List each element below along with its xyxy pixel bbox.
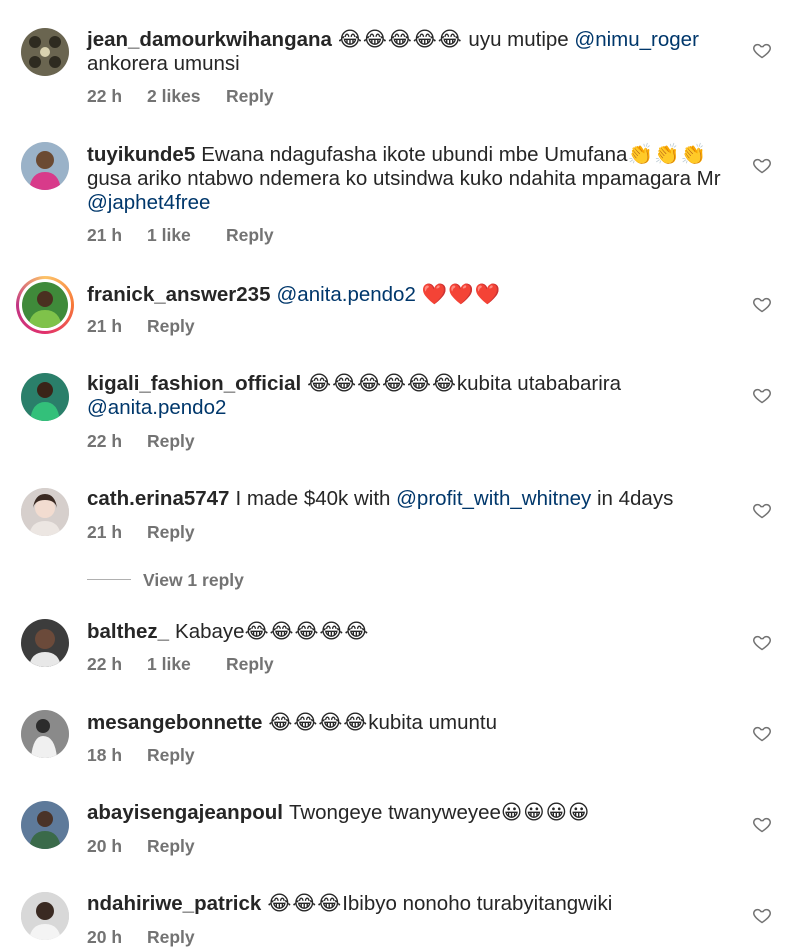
comment-text: kigali_fashion_official 😂😂😂😂😂😂kubita utab… bbox=[87, 372, 727, 420]
comment-body: Twongeye twanyweyee bbox=[288, 801, 501, 824]
comment-meta: 22 h 2 likes Reply bbox=[87, 86, 274, 107]
comment-username[interactable]: jean_damourkwihangana bbox=[87, 28, 332, 51]
view-replies-label[interactable]: View 1 reply bbox=[143, 570, 244, 591]
comment-username[interactable]: kigali_fashion_official bbox=[87, 372, 301, 395]
comment-text: abayisengajeanpoul Twongeye twanyweyee😀😀😀… bbox=[87, 801, 727, 825]
comment-emoji: ❤️❤️❤️ bbox=[421, 283, 502, 306]
comment-text: franick_answer235 @anita.pendo2 ❤️❤️❤️ bbox=[87, 283, 727, 307]
comment-username[interactable]: ndahiriwe_patrick bbox=[87, 892, 261, 915]
reply-button[interactable]: Reply bbox=[147, 431, 195, 452]
comment-username[interactable]: mesangebonnette bbox=[87, 711, 262, 734]
comment-body-continued: gusa ariko ntabwo ndemera ko utsindwa ku… bbox=[87, 167, 721, 190]
comment-meta: 18 h Reply bbox=[87, 745, 195, 766]
comment-likes[interactable]: 1 like bbox=[147, 654, 226, 675]
comment-body-continued: in 4days bbox=[591, 487, 674, 510]
comment-username[interactable]: balthez_ bbox=[87, 620, 169, 643]
heart-icon[interactable] bbox=[752, 385, 772, 405]
comment-time: 22 h bbox=[87, 86, 123, 106]
comment-mention[interactable]: @profit_with_whitney bbox=[396, 487, 591, 510]
comment-meta: 20 h Reply bbox=[87, 836, 195, 857]
heart-icon[interactable] bbox=[752, 500, 772, 520]
comment-emoji: 😀😀😀😀 bbox=[500, 801, 591, 824]
comment-emoji: 😂😂😂😂😂 bbox=[337, 28, 463, 51]
reply-button[interactable]: Reply bbox=[147, 522, 195, 543]
heart-icon[interactable] bbox=[752, 723, 772, 743]
avatar[interactable] bbox=[21, 892, 69, 940]
comment-mention[interactable]: @nimu_roger bbox=[574, 28, 699, 51]
comment-username[interactable]: tuyikunde5 bbox=[87, 143, 195, 166]
reply-button[interactable]: Reply bbox=[147, 316, 195, 337]
comment-meta: 21 h Reply bbox=[87, 316, 195, 337]
comment-emoji: 😂😂😂😂😂 bbox=[244, 620, 370, 643]
avatar[interactable] bbox=[21, 28, 69, 76]
comment-emoji: 😂😂😂😂 bbox=[268, 711, 369, 734]
comment-meta: 22 h Reply bbox=[87, 431, 195, 452]
comment-text: cath.erina5747 I made $40k with @profit_w… bbox=[87, 487, 727, 511]
comment-body: uyu mutipe bbox=[462, 28, 575, 51]
comment-username[interactable]: abayisengajeanpoul bbox=[87, 801, 283, 824]
avatar[interactable] bbox=[21, 488, 69, 536]
avatar-story-ring[interactable] bbox=[16, 276, 74, 334]
comment-text: jean_damourkwihangana 😂😂😂😂😂 uyu mutipe @n… bbox=[87, 28, 727, 76]
comment-mention[interactable]: @anita.pendo2 bbox=[276, 283, 415, 306]
comment-body: I made $40k with bbox=[235, 487, 397, 510]
reply-button[interactable]: Reply bbox=[226, 225, 274, 246]
heart-icon[interactable] bbox=[752, 294, 772, 314]
comment-emoji: 😂😂😂😂😂😂 bbox=[307, 372, 457, 395]
avatar[interactable] bbox=[21, 142, 69, 190]
divider bbox=[87, 579, 131, 580]
comment-meta: 21 h 1 like Reply bbox=[87, 225, 274, 246]
heart-icon[interactable] bbox=[752, 40, 772, 60]
reply-button[interactable]: Reply bbox=[147, 836, 195, 857]
avatar[interactable] bbox=[21, 801, 69, 849]
comment-body: Ewana ndagufasha ikote ubundi mbe Umufan… bbox=[201, 143, 628, 166]
comment-text: mesangebonnette 😂😂😂😂kubita umuntu bbox=[87, 711, 727, 735]
heart-icon[interactable] bbox=[752, 632, 772, 652]
comment-time: 22 h bbox=[87, 431, 123, 451]
heart-icon[interactable] bbox=[752, 814, 772, 834]
comment-body: kubita umuntu bbox=[368, 711, 498, 734]
avatar[interactable] bbox=[21, 710, 69, 758]
reply-button[interactable]: Reply bbox=[226, 86, 274, 107]
comment-time: 21 h bbox=[87, 522, 123, 542]
comment-text: ndahiriwe_patrick 😂😂😂Ibibyo nonoho turaby… bbox=[87, 892, 727, 916]
reply-button[interactable]: Reply bbox=[226, 654, 274, 675]
comment-text: tuyikunde5 Ewana ndagufasha ikote ubundi … bbox=[87, 143, 727, 215]
comment-time: 18 h bbox=[87, 745, 123, 765]
comment-mention[interactable]: @anita.pendo2 bbox=[87, 396, 226, 419]
comment-emoji: 😂😂😂 bbox=[267, 892, 343, 915]
heart-icon[interactable] bbox=[752, 905, 772, 925]
comment-body: Kabaye bbox=[175, 620, 245, 643]
comment-mention[interactable]: @japhet4free bbox=[87, 191, 210, 214]
comment-likes[interactable]: 1 like bbox=[147, 225, 226, 246]
comment-likes[interactable]: 2 likes bbox=[147, 86, 226, 107]
comment-username[interactable]: cath.erina5747 bbox=[87, 487, 229, 510]
heart-icon[interactable] bbox=[752, 155, 772, 175]
comment-text: balthez_ Kabaye😂😂😂😂😂 bbox=[87, 620, 727, 644]
comment-time: 20 h bbox=[87, 836, 123, 856]
comment-body: kubita utababarira bbox=[456, 372, 622, 395]
comment-username[interactable]: franick_answer235 bbox=[87, 283, 270, 306]
comment-body: Ibibyo nonoho turabyitangwiki bbox=[342, 892, 613, 915]
comment-time: 21 h bbox=[87, 225, 123, 245]
avatar[interactable] bbox=[21, 619, 69, 667]
comment-time: 22 h bbox=[87, 654, 123, 674]
comment-meta: 21 h Reply bbox=[87, 522, 195, 543]
comment-body-continued: ankorera umunsi bbox=[87, 52, 240, 75]
avatar[interactable] bbox=[21, 373, 69, 421]
comment-time: 21 h bbox=[87, 316, 123, 336]
comment-emoji: 👏👏👏 bbox=[627, 143, 708, 166]
comment-meta: 22 h 1 like Reply bbox=[87, 654, 274, 675]
reply-button[interactable]: Reply bbox=[147, 745, 195, 766]
